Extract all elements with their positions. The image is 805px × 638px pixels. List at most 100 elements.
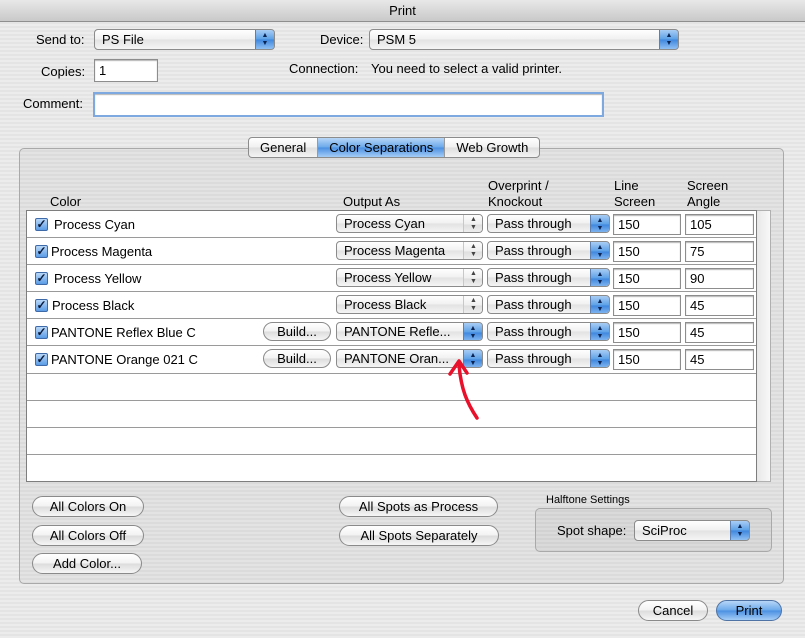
up-down-arrows-icon: ▲ ▼ (463, 215, 482, 232)
checkmark-icon[interactable]: ✓ (35, 326, 48, 339)
screen-angle-field[interactable]: 75 (685, 241, 754, 262)
output-as-popup[interactable]: Process Black ▲ ▼ (336, 295, 483, 314)
all-spots-separately-button[interactable]: All Spots Separately (339, 525, 499, 546)
output-as-popup[interactable]: PANTONE Refle... ▲ ▼ (336, 322, 483, 341)
overprint-popup[interactable]: Pass through ▲ ▼ (487, 322, 610, 341)
line-screen-field[interactable]: 150 (613, 295, 681, 316)
spot-shape-value: SciProc (642, 523, 687, 538)
table-scrollbar[interactable] (757, 210, 771, 482)
table-row: ✓ PANTONE Reflex Blue C Build... PANTONE… (27, 319, 756, 346)
color-name: Process Yellow (54, 271, 142, 286)
send-to-popup[interactable]: PS File ▲ ▼ (94, 29, 275, 50)
all-spots-as-process-button[interactable]: All Spots as Process (339, 496, 498, 517)
screen-angle-field[interactable]: 90 (685, 268, 754, 289)
column-header-overprint: Overprint / Knockout (488, 178, 549, 210)
overprint-value: Pass through (495, 297, 572, 312)
screen-angle-field[interactable]: 45 (685, 349, 754, 370)
line-screen-field[interactable]: 150 (613, 268, 681, 289)
overprint-popup[interactable]: Pass through ▲ ▼ (487, 268, 610, 287)
overprint-value: Pass through (495, 216, 572, 231)
output-as-value: Process Yellow (344, 270, 432, 285)
screen-angle-field[interactable]: 45 (685, 295, 754, 316)
up-down-arrows-icon: ▲ ▼ (730, 521, 749, 540)
up-down-arrows-icon: ▲ ▼ (463, 323, 482, 340)
empty-row (27, 428, 756, 455)
table-row: ✓ Process Cyan Process Cyan ▲ ▼ Pass thro… (27, 211, 756, 238)
device-label: Device: (320, 32, 364, 47)
up-down-arrows-icon: ▲ ▼ (463, 269, 482, 286)
table-row: ✓ Process Black Process Black ▲ ▼ Pass th… (27, 292, 756, 319)
output-as-popup[interactable]: Process Magenta ▲ ▼ (336, 241, 483, 260)
line-screen-field[interactable]: 150 (613, 349, 681, 370)
up-down-arrows-icon: ▲ ▼ (463, 242, 482, 259)
output-as-value: PANTONE Oran... (344, 351, 449, 366)
device-popup[interactable]: PSM 5 ▲ ▼ (369, 29, 679, 50)
overprint-header-line1: Overprint / (488, 178, 549, 193)
separations-table: ✓ Process Cyan Process Cyan ▲ ▼ Pass thro… (26, 210, 757, 482)
up-down-arrows-icon: ▲ ▼ (590, 269, 609, 286)
up-down-arrows-icon: ▲ ▼ (590, 350, 609, 367)
send-to-value: PS File (102, 32, 144, 47)
output-as-value: Process Black (344, 297, 427, 312)
add-color-button[interactable]: Add Color... (32, 553, 142, 574)
overprint-popup[interactable]: Pass through ▲ ▼ (487, 349, 610, 368)
screen-angle-header-line2: Angle (687, 194, 721, 209)
table-row: ✓ Process Yellow Process Yellow ▲ ▼ Pass … (27, 265, 756, 292)
comment-field[interactable] (93, 92, 604, 117)
line-screen-field[interactable]: 150 (613, 322, 681, 343)
up-down-arrows-icon: ▲ ▼ (463, 296, 482, 313)
overprint-header-line2: Knockout (488, 194, 543, 209)
copies-label: Copies: (41, 64, 86, 79)
column-header-line-screen: Line Screen (614, 178, 655, 210)
output-as-popup[interactable]: Process Cyan ▲ ▼ (336, 214, 483, 233)
spot-shape-popup[interactable]: SciProc ▲ ▼ (634, 520, 750, 541)
checkmark-icon[interactable]: ✓ (35, 353, 48, 366)
overprint-popup[interactable]: Pass through ▲ ▼ (487, 295, 610, 314)
output-as-value: Process Cyan (344, 216, 425, 231)
halftone-settings-title: Halftone Settings (546, 494, 630, 506)
line-screen-field[interactable]: 150 (613, 241, 681, 262)
all-colors-on-button[interactable]: All Colors On (32, 496, 144, 517)
table-row: ✓ PANTONE Orange 021 C Build... PANTONE … (27, 346, 756, 374)
screen-angle-field[interactable]: 45 (685, 322, 754, 343)
color-name: Process Magenta (51, 244, 153, 259)
all-colors-off-button[interactable]: All Colors Off (32, 525, 144, 546)
connection-message: You need to select a valid printer. (371, 61, 563, 76)
print-button[interactable]: Print (716, 600, 782, 621)
overprint-value: Pass through (495, 270, 572, 285)
tab-bar: General Color Separations Web Growth (248, 137, 541, 158)
line-screen-field[interactable]: 150 (613, 214, 681, 235)
checkmark-icon[interactable]: ✓ (35, 218, 48, 231)
connection-label: Connection: (289, 61, 359, 76)
build-button[interactable]: Build... (263, 349, 331, 368)
overprint-value: Pass through (495, 243, 572, 258)
up-down-arrows-icon: ▲ ▼ (590, 296, 609, 313)
print-dialog: Print Send to: PS File ▲ ▼ Device: PSM 5 … (0, 0, 805, 638)
color-name: PANTONE Reflex Blue C (51, 325, 196, 340)
column-header-output-as: Output As (343, 194, 401, 209)
red-arrow-icon (448, 359, 479, 420)
output-as-popup[interactable]: Process Yellow ▲ ▼ (336, 268, 483, 287)
checkmark-icon[interactable]: ✓ (35, 272, 48, 285)
build-button[interactable]: Build... (263, 322, 331, 341)
overprint-popup[interactable]: Pass through ▲ ▼ (487, 241, 610, 260)
spot-shape-label: Spot shape: (557, 523, 627, 538)
line-screen-header-line2: Screen (614, 194, 656, 209)
tab-general[interactable]: General (249, 138, 319, 157)
output-as-value: PANTONE Refle... (344, 324, 451, 339)
copies-field[interactable]: 1 (94, 59, 158, 82)
cancel-button[interactable]: Cancel (638, 600, 708, 621)
checkmark-icon[interactable]: ✓ (35, 299, 48, 312)
tab-color-separations[interactable]: Color Separations (318, 138, 446, 157)
overprint-popup[interactable]: Pass through ▲ ▼ (487, 214, 610, 233)
empty-row (27, 374, 756, 401)
table-row: ✓ Process Magenta Process Magenta ▲ ▼ Pas… (27, 238, 756, 265)
line-screen-header-line1: Line (614, 178, 639, 193)
tab-web-growth[interactable]: Web Growth (445, 138, 539, 157)
screen-angle-field[interactable]: 105 (685, 214, 754, 235)
comment-label: Comment: (23, 96, 83, 111)
up-down-arrows-icon: ▲ ▼ (590, 242, 609, 259)
checkmark-icon[interactable]: ✓ (35, 245, 48, 258)
column-header-color: Color (50, 194, 82, 209)
color-name: PANTONE Orange 021 C (51, 352, 198, 367)
